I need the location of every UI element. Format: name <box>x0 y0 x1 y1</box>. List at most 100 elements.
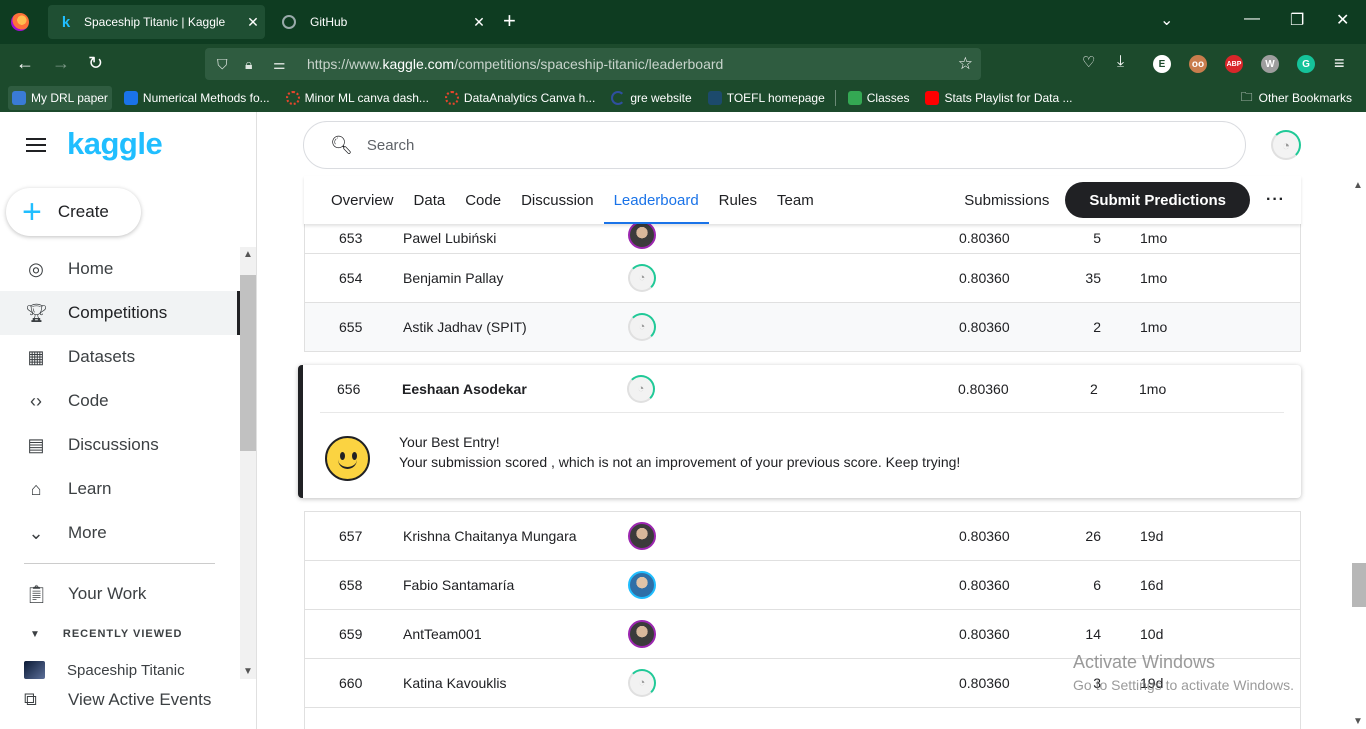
bookmark-item[interactable]: Minor ML canva dash... <box>282 86 433 110</box>
back-arrow-icon[interactable]: ← <box>16 53 34 74</box>
close-icon[interactable]: ✕ <box>467 14 491 31</box>
scrollbar-thumb[interactable] <box>1352 563 1366 607</box>
bookmark-item[interactable]: Numerical Methods fo... <box>120 86 274 110</box>
bookmark-item[interactable]: TOEFL homepage <box>704 86 829 110</box>
minimize-icon[interactable]: — <box>1244 10 1260 28</box>
scroll-down-icon[interactable]: ▼ <box>243 666 253 677</box>
tab-team[interactable]: Team <box>767 176 824 224</box>
kaggle-logo[interactable]: kaggle <box>67 126 163 162</box>
search-bar[interactable]: 🔍︎ Search <box>303 121 1246 169</box>
scroll-up-icon[interactable]: ▲ <box>1353 180 1363 191</box>
adblock-plus-icon[interactable]: ABP <box>1225 55 1243 73</box>
avatar[interactable]: ◔ <box>627 375 655 403</box>
sidebar-item-discussions[interactable]: ▤ Discussions <box>0 423 240 467</box>
scroll-up-icon[interactable]: ▲ <box>243 249 253 260</box>
best-entry-row[interactable]: 656 Eeshaan Asodekar ◔ 0.80360 2 1mo <box>303 365 1301 413</box>
score: 0.80360 <box>959 319 1010 335</box>
extension-w-icon[interactable]: W <box>1261 55 1279 73</box>
team-name[interactable]: Fabio Santamaría <box>403 577 514 593</box>
sidebar-scrollbar[interactable]: ▲ ▼ <box>240 247 256 679</box>
tab-leaderboard[interactable]: Leaderboard <box>603 176 709 224</box>
chevron-down-icon: ⌄ <box>28 522 44 543</box>
restore-icon[interactable]: ❐ <box>1290 10 1304 30</box>
avatar[interactable]: ◔ <box>628 313 656 341</box>
more-options-icon[interactable]: ··· <box>1266 191 1285 209</box>
recently-viewed-toggle[interactable]: ▼ RECENTLY VIEWED <box>30 628 182 640</box>
hamburger-menu-icon[interactable] <box>26 138 46 152</box>
bookmark-item[interactable]: Classes <box>844 86 914 110</box>
scroll-down-icon[interactable]: ▼ <box>1353 716 1363 727</box>
avatar[interactable] <box>628 571 656 599</box>
best-entry-message: Your submission scored , which is not an… <box>399 454 961 470</box>
main-scrollbar[interactable]: ▲ ▼ <box>1350 176 1366 729</box>
shield-icon[interactable]: ⛉ <box>217 56 233 73</box>
team-name[interactable]: Astik Jadhav (SPIT) <box>403 319 527 335</box>
table-row[interactable]: 657 Krishna Chaitanya Mungara 0.80360 26… <box>304 512 1301 561</box>
avatar[interactable] <box>628 522 656 550</box>
team-name[interactable]: Benjamin Pallay <box>403 270 503 286</box>
download-icon[interactable]: ⤓ <box>1117 53 1124 71</box>
bookmark-item[interactable]: DataAnalytics Canva h... <box>441 86 599 110</box>
close-icon[interactable]: ✕ <box>241 14 265 31</box>
team-name[interactable]: Krishna Chaitanya Mungara <box>403 528 577 544</box>
search-input[interactable]: Search <box>367 137 415 154</box>
permissions-icon[interactable]: ⚌ <box>273 56 289 73</box>
sidebar-item-datasets[interactable]: ▦ Datasets <box>0 335 240 379</box>
create-button[interactable]: + Create <box>6 188 141 236</box>
avatar[interactable]: ◔ <box>628 264 656 292</box>
tab-data[interactable]: Data <box>404 176 456 224</box>
submit-predictions-button[interactable]: Submit Predictions <box>1065 182 1251 218</box>
url-text[interactable]: https://www.kaggle.com/competitions/spac… <box>307 56 723 72</box>
firefox-icon[interactable] <box>11 13 29 31</box>
sidebar: kaggle + Create ◎ Home 🏆︎ Competitions ▦ Da… <box>0 112 257 729</box>
scrollbar-thumb[interactable] <box>240 275 256 451</box>
table-row[interactable]: 654 Benjamin Pallay ◔ 0.80360 35 1mo <box>304 254 1301 303</box>
lock-icon[interactable]: 🔒︎ <box>245 56 261 73</box>
browser-tab-github[interactable]: GitHub ✕ <box>274 5 491 39</box>
team-name[interactable]: AntTeam001 <box>403 626 482 642</box>
avatar[interactable] <box>628 221 656 249</box>
forward-arrow-icon[interactable]: → <box>52 53 70 74</box>
pocket-icon[interactable]: ♡ <box>1082 53 1095 71</box>
sidebar-item-more[interactable]: ⌄ More <box>0 511 240 555</box>
new-tab-icon[interactable]: + <box>503 10 516 32</box>
avatar[interactable] <box>628 620 656 648</box>
recent-item[interactable]: Spaceship Titanic <box>24 661 185 679</box>
bookmark-item[interactable]: gre website <box>607 86 695 110</box>
reload-icon[interactable]: ↻ <box>88 53 103 74</box>
window-close-icon[interactable]: ✕ <box>1336 10 1349 30</box>
team-name[interactable]: Eeshaan Asodekar <box>402 381 527 397</box>
submissions-link[interactable]: Submissions <box>948 176 1065 224</box>
team-name[interactable]: Katina Kavouklis <box>403 675 507 691</box>
discussion-icon: ▤ <box>27 434 45 455</box>
bookmark-item[interactable]: Stats Playlist for Data ... <box>921 86 1076 110</box>
extension-e-icon[interactable]: E <box>1153 55 1171 73</box>
menu-icon[interactable]: ≡ <box>1334 53 1345 74</box>
table-row[interactable]: 655 Astik Jadhav (SPIT) ◔ 0.80360 2 1mo <box>304 303 1301 352</box>
sidebar-item-competitions[interactable]: 🏆︎ Competitions <box>0 291 240 335</box>
score: 0.80360 <box>959 675 1010 691</box>
other-bookmarks[interactable]: 🗀 Other Bookmarks <box>1237 86 1356 110</box>
bookmark-star-icon[interactable]: ☆ <box>958 54 973 74</box>
table-row[interactable]: 658 Fabio Santamaría 0.80360 6 16d <box>304 561 1301 610</box>
tab-code[interactable]: Code <box>455 176 511 224</box>
extension-glasses-icon[interactable]: oo <box>1189 55 1207 73</box>
entries: 26 <box>1085 528 1101 544</box>
avatar[interactable]: ◔ <box>628 669 656 697</box>
address-bar[interactable]: ⛉ 🔒︎ ⚌ https://www.kaggle.com/competitio… <box>205 48 981 80</box>
tab-rules[interactable]: Rules <box>709 176 767 224</box>
bookmark-item[interactable]: My DRL paper <box>8 86 112 110</box>
sidebar-item-code[interactable]: ‹› Code <box>0 379 240 423</box>
sidebar-item-home[interactable]: ◎ Home <box>0 247 240 291</box>
grammarly-icon[interactable]: G <box>1297 55 1315 73</box>
sidebar-item-learn[interactable]: ⌂ Learn <box>0 467 240 511</box>
browser-tab-kaggle[interactable]: k Spaceship Titanic | Kaggle ✕ <box>48 5 265 39</box>
view-active-events[interactable]: ⧉ View Active Events <box>24 689 211 710</box>
user-avatar[interactable]: ◔ <box>1271 130 1301 160</box>
sidebar-item-your-work[interactable]: 📋︎ Your Work <box>0 572 240 616</box>
team-name[interactable]: Pawel Lubiński <box>403 230 496 246</box>
tab-discussion[interactable]: Discussion <box>511 176 604 224</box>
tab-list-chevron-icon[interactable]: ⌄ <box>1160 10 1173 30</box>
table-row[interactable] <box>304 708 1301 729</box>
tab-overview[interactable]: Overview <box>321 176 404 224</box>
